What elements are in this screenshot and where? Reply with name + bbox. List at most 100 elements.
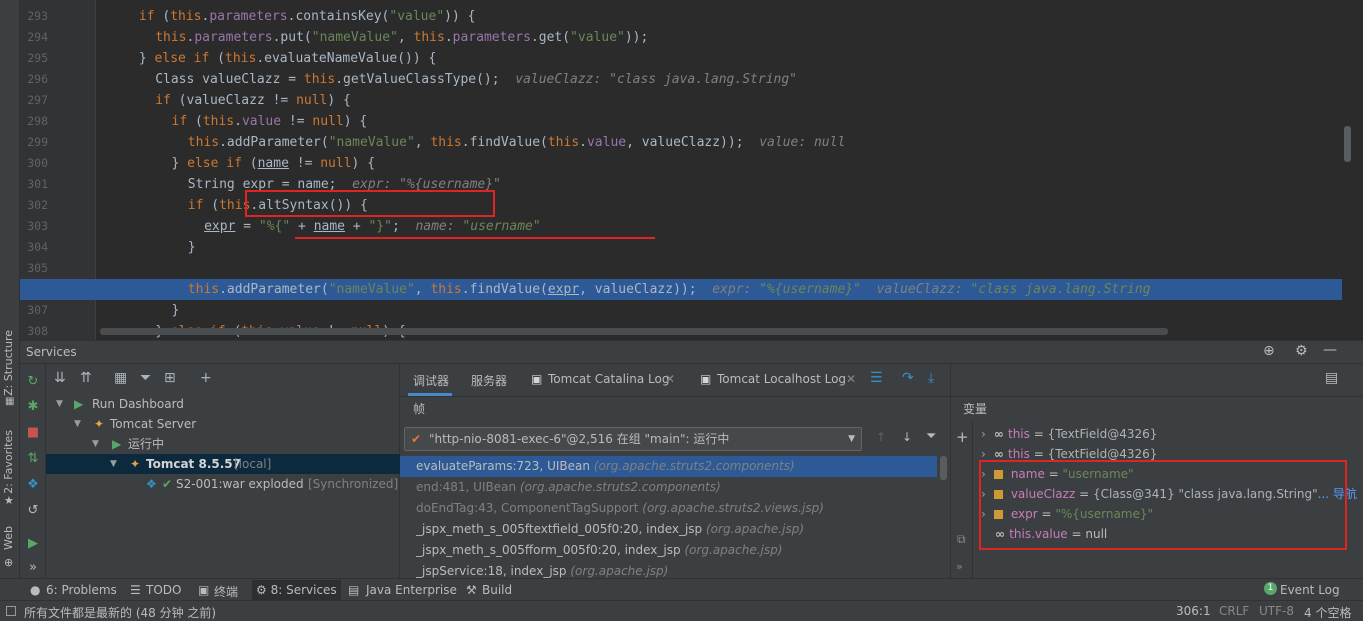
- minimize-icon[interactable]: —: [1323, 342, 1337, 358]
- filter-icon[interactable]: ⏷: [926, 429, 936, 444]
- stack-frame[interactable]: _jspx_meth_s_005ftextfield_005f0:20, ind…: [400, 519, 946, 540]
- line-number[interactable]: 308: [20, 324, 48, 338]
- chevron-right-icon[interactable]: ›: [981, 447, 986, 461]
- tab-services[interactable]: ⚙ 8: Services: [252, 580, 341, 600]
- code-line[interactable]: }: [188, 237, 196, 258]
- group-icon[interactable]: ▦: [114, 370, 127, 386]
- thread-select[interactable]: ✔ "http-nio-8081-exec-6"@2,516 在组 "main"…: [404, 427, 862, 451]
- code-line[interactable]: expr = "%{" + name + "}"; name: "usernam…: [204, 216, 541, 237]
- step-into-icon[interactable]: ⤓: [928, 370, 934, 386]
- code-line[interactable]: Class valueClazz = this.getValueClassTyp…: [155, 69, 797, 90]
- frames-header: 帧: [400, 396, 950, 420]
- tab-localhost-log[interactable]: Tomcat Localhost Log: [717, 372, 846, 386]
- tab-todo[interactable]: TODO: [146, 583, 181, 597]
- code-line[interactable]: } else if (name != null) {: [172, 153, 376, 174]
- line-number[interactable]: 293: [20, 9, 48, 23]
- line-number[interactable]: 307: [20, 303, 48, 317]
- tab-server[interactable]: 服务器: [471, 372, 507, 389]
- stack-frame[interactable]: evaluateParams:723, UIBean (org.apache.s…: [400, 456, 937, 477]
- code-line[interactable]: }: [172, 300, 180, 321]
- tab-terminal[interactable]: 终端: [214, 583, 238, 600]
- frames-scrollbar[interactable]: [940, 456, 947, 480]
- status-toggle-icon[interactable]: [6, 606, 16, 616]
- stack-frame[interactable]: doEndTag:43, ComponentTagSupport (org.ap…: [400, 498, 946, 519]
- tree-artifact[interactable]: ❖ ✔ S2-001:war exploded [Synchronized]: [46, 474, 400, 494]
- line-number[interactable]: 297: [20, 93, 48, 107]
- chevron-right-icon[interactable]: ›: [981, 427, 986, 441]
- add-watch-icon[interactable]: +: [956, 428, 969, 446]
- down-arrow-icon[interactable]: ↓: [902, 430, 912, 444]
- filter-icon[interactable]: ⏷: [140, 370, 151, 386]
- tab-build[interactable]: Build: [482, 583, 512, 597]
- code-editor[interactable]: 293 294 295 296 297 298 299 300 301 302 303 304 305 3…: [20, 0, 1363, 340]
- close-icon[interactable]: ✕: [665, 372, 675, 386]
- new-tab-icon[interactable]: ⊞: [164, 370, 176, 386]
- line-number[interactable]: 303: [20, 219, 48, 233]
- rerun-icon[interactable]: ↻: [25, 374, 41, 390]
- expand-all-icon[interactable]: ⇊: [54, 370, 66, 386]
- line-separator[interactable]: CRLF: [1219, 604, 1249, 618]
- gear-icon[interactable]: ⚙: [1295, 343, 1308, 359]
- file-encoding[interactable]: UTF-8: [1259, 604, 1294, 618]
- line-number[interactable]: 302: [20, 198, 48, 212]
- line-number[interactable]: 304: [20, 240, 48, 254]
- code-token: valueClazz:: [860, 282, 971, 297]
- deploy-icon[interactable]: ❖: [25, 477, 41, 493]
- line-number[interactable]: 301: [20, 177, 48, 191]
- caret-position[interactable]: 306:1: [1176, 604, 1211, 618]
- line-number[interactable]: 305: [20, 261, 48, 275]
- target-icon[interactable]: ⊕: [1263, 343, 1275, 359]
- structure-tab[interactable]: Z: Structure: [2, 330, 15, 396]
- line-number[interactable]: 295: [20, 51, 48, 65]
- refresh-icon[interactable]: ↺: [25, 503, 41, 519]
- frame-package: (org.apache.struts2.components): [593, 459, 795, 473]
- problems-icon: ●: [30, 583, 41, 597]
- code-line[interactable]: } else if (this.evaluateNameValue()) {: [139, 48, 436, 69]
- collapse-all-icon[interactable]: ⇈: [80, 370, 92, 386]
- line-number[interactable]: 300: [20, 156, 48, 170]
- line-number[interactable]: 298: [20, 114, 48, 128]
- update-icon[interactable]: ⇅: [25, 451, 41, 467]
- tree-running[interactable]: ▼ ▶ 运行中: [46, 434, 400, 454]
- tree-tomcat-instance[interactable]: ▼ ✦ Tomcat 8.5.57 [local]: [46, 454, 400, 474]
- stack-frame[interactable]: _jspx_meth_s_005fform_005f0:20, index_js…: [400, 540, 946, 561]
- show-execution-point-icon[interactable]: ☰: [870, 370, 883, 386]
- stack-frame[interactable]: end:481, UIBean (org.apache.struts2.comp…: [400, 477, 946, 498]
- up-arrow-icon[interactable]: ↑: [876, 430, 886, 444]
- step-over-icon[interactable]: ↷: [902, 370, 914, 386]
- line-number[interactable]: 296: [20, 72, 48, 86]
- debug-icon[interactable]: ✱: [25, 399, 41, 415]
- tree-run-dashboard[interactable]: ▼ ▶ Run Dashboard: [46, 394, 400, 414]
- line-number[interactable]: 299: [20, 135, 48, 149]
- web-tab[interactable]: Web: [2, 526, 15, 550]
- code-token: .findValue(: [461, 282, 548, 297]
- more-icon[interactable]: »: [956, 560, 963, 573]
- layout-icon[interactable]: ▤: [1325, 370, 1338, 386]
- resume-icon[interactable]: ▶: [25, 536, 41, 552]
- log-icon: ▣: [531, 372, 543, 386]
- code-line[interactable]: this.addParameter("nameValue", this.find…: [188, 132, 845, 153]
- vertical-scrollbar[interactable]: [1344, 126, 1351, 162]
- code-line[interactable]: this.addParameter("nameValue", this.find…: [188, 279, 1151, 300]
- tab-problems[interactable]: 6: Problems: [46, 583, 117, 597]
- tree-sublabel: [Synchronized]: [308, 477, 399, 491]
- variable-row[interactable]: › ∞ this = {TextField@4326}: [981, 424, 1157, 444]
- code-line[interactable]: this.parameters.put("nameValue", this.pa…: [155, 27, 648, 48]
- indent-setting[interactable]: 4 个空格: [1304, 604, 1351, 621]
- copy-icon[interactable]: ⧉: [957, 532, 966, 547]
- add-icon[interactable]: +: [200, 370, 212, 386]
- code-line[interactable]: if (valueClazz != null) {: [155, 90, 351, 111]
- tab-event-log[interactable]: Event Log: [1280, 583, 1340, 597]
- stop-icon[interactable]: ■: [25, 425, 41, 441]
- code-line[interactable]: if (this.parameters.containsKey("value")…: [139, 6, 476, 27]
- favorites-tab[interactable]: 2: Favorites: [2, 430, 15, 494]
- more-icon[interactable]: »: [25, 560, 41, 576]
- close-icon[interactable]: ✕: [846, 372, 856, 386]
- code-line[interactable]: if (this.value != null) {: [172, 111, 368, 132]
- tab-catalina-log[interactable]: Tomcat Catalina Log: [548, 372, 669, 386]
- line-number[interactable]: 294: [20, 30, 48, 44]
- tree-tomcat-server[interactable]: ▼ ✦ Tomcat Server: [46, 414, 400, 434]
- horizontal-scrollbar[interactable]: [100, 328, 1168, 335]
- tab-java-enterprise[interactable]: Java Enterprise: [366, 583, 457, 597]
- tab-debugger[interactable]: 调试器: [413, 372, 449, 389]
